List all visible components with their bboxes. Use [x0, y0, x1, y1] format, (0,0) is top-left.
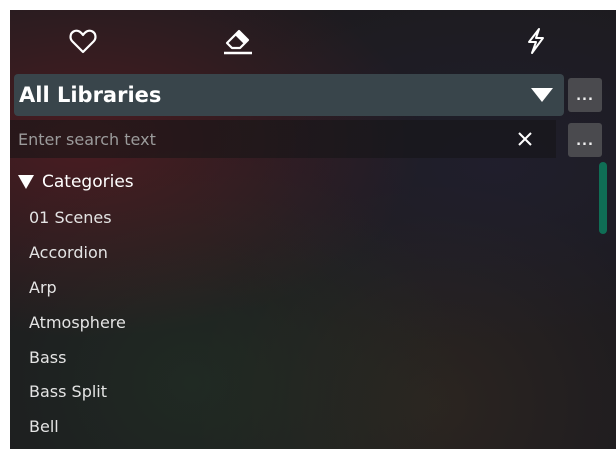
list-item[interactable]: Atmosphere [29, 313, 126, 332]
search-more-label: ... [576, 134, 594, 149]
library-select-label: All Libraries [19, 83, 162, 107]
list-item[interactable]: Bass Split [29, 382, 107, 401]
list-item[interactable]: 01 Scenes [29, 208, 112, 227]
list-item[interactable]: Bass [29, 348, 66, 367]
collapse-triangle-icon [18, 175, 34, 189]
heart-icon [69, 29, 97, 54]
categories-header-label: Categories [42, 172, 134, 192]
quick-action-button[interactable] [522, 26, 552, 56]
search-input[interactable] [10, 120, 556, 158]
list-item[interactable]: Arp [29, 278, 57, 297]
library-more-button[interactable]: ... [568, 78, 602, 112]
scrollbar-thumb[interactable] [599, 162, 607, 234]
list-item[interactable]: Bell [29, 417, 59, 436]
list-item[interactable]: Accordion [29, 243, 108, 262]
library-select[interactable]: All Libraries [14, 74, 564, 116]
toolbar [10, 10, 616, 72]
library-more-label: ... [576, 89, 594, 104]
clear-filters-button[interactable] [222, 26, 252, 56]
search-more-button[interactable]: ... [568, 123, 602, 157]
dropdown-arrow-icon [531, 88, 553, 102]
browser-panel: All Libraries ... ... Categories 01 Scen… [10, 10, 616, 449]
eraser-icon [224, 29, 252, 55]
lightning-icon [528, 28, 544, 54]
clear-search-icon[interactable] [515, 129, 535, 149]
favorites-button[interactable] [68, 26, 98, 56]
